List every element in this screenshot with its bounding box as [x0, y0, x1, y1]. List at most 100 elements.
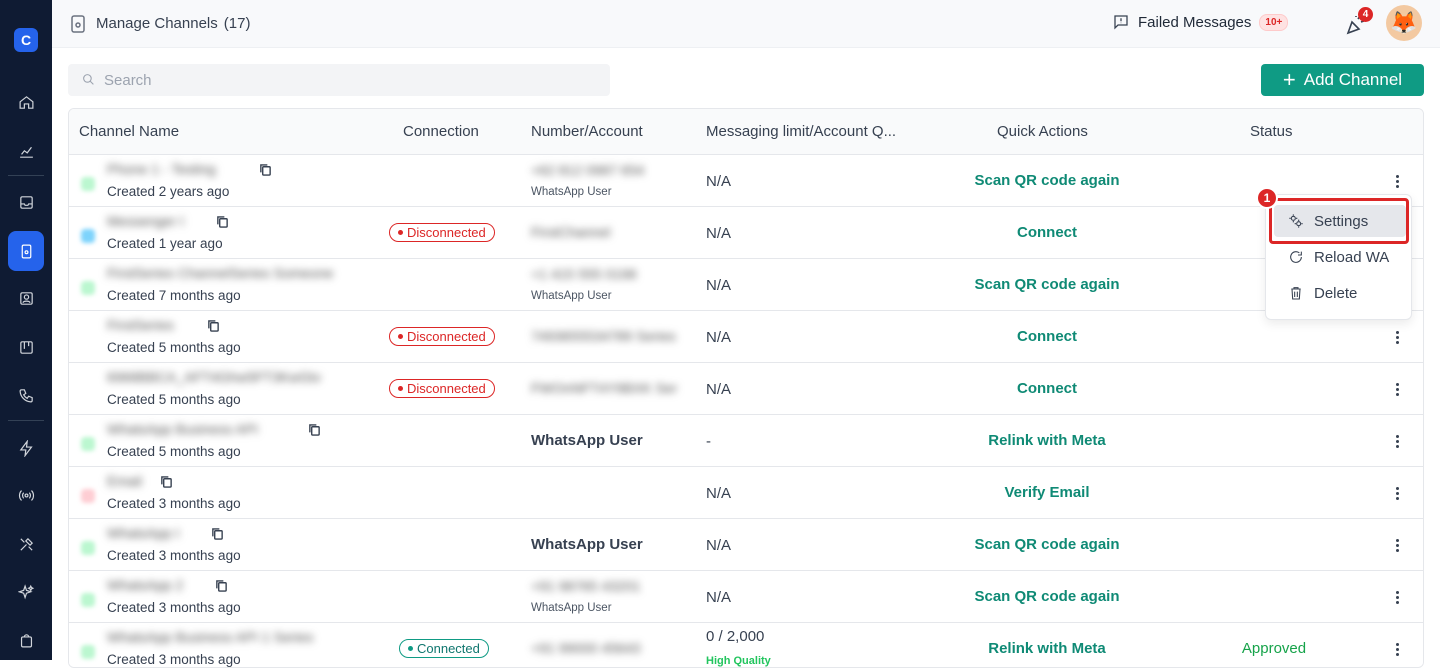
avatar[interactable]: 🦊	[1386, 5, 1422, 41]
col-messaging-limit[interactable]: Messaging limit/Account Q...	[706, 123, 896, 140]
copy-icon[interactable]	[308, 423, 321, 437]
created-date: Created 5 months ago	[107, 392, 241, 407]
channel-type-icon	[81, 541, 95, 555]
col-quick-actions[interactable]: Quick Actions	[997, 123, 1088, 140]
board-icon[interactable]	[12, 333, 40, 361]
channel-name: Email	[107, 473, 143, 489]
messaging-limit: N/A	[706, 329, 732, 346]
messaging-limit: N/A	[706, 225, 732, 242]
account-number: +62 812 0987 654	[531, 162, 645, 178]
table-row[interactable]: Email Created 3 months ago N/A Verify Email	[69, 467, 1423, 519]
created-date: Created 3 months ago	[107, 600, 241, 615]
contacts-icon[interactable]	[12, 284, 40, 312]
account-number: +1 415 555 0198	[531, 266, 637, 282]
row-actions-menu: Settings Reload WA Delete	[1265, 194, 1412, 320]
quick-action-link[interactable]: Connect	[947, 380, 1147, 397]
table-row[interactable]: WhatsApp I Created 3 months ago WhatsApp U…	[69, 519, 1423, 571]
table-row[interactable]: WhatsApp 2 Created 3 months ago +91 98765 …	[69, 571, 1423, 623]
settings-icon	[1289, 214, 1303, 228]
account-number: FirstChannel	[531, 224, 611, 240]
failed-messages-button[interactable]: Failed Messages 10+	[1112, 13, 1289, 31]
col-connection[interactable]: Connection	[403, 123, 479, 140]
quick-action-link[interactable]: Scan QR code again	[947, 536, 1147, 553]
analytics-icon[interactable]	[12, 137, 40, 165]
tools-icon[interactable]	[12, 530, 40, 558]
more-options-icon[interactable]	[1387, 379, 1407, 399]
table-row[interactable]: WhatsApp Business API 1 Series Created 3 …	[69, 623, 1423, 667]
menu-item-reload-wa[interactable]: Reload WA	[1274, 241, 1406, 273]
channel-type-icon	[81, 437, 95, 451]
broadcast-icon[interactable]	[12, 481, 40, 509]
table-header: Channel Name Connection Number/Account M…	[69, 109, 1423, 155]
add-channel-button[interactable]: + Add Channel	[1261, 64, 1424, 96]
account-name: WhatsApp User	[531, 432, 643, 449]
col-channel-name[interactable]: Channel Name	[79, 123, 179, 140]
channel-count: (17)	[223, 15, 251, 32]
notification-badge: 4	[1358, 7, 1373, 22]
message-alert-icon	[1114, 15, 1128, 30]
copy-icon[interactable]	[207, 319, 220, 333]
messaging-limit: -	[706, 433, 711, 450]
table-row[interactable]: FirstSeries Created 5 months ago Disconnec…	[69, 311, 1423, 363]
calls-icon[interactable]	[12, 381, 40, 409]
quick-action-link[interactable]: Connect	[947, 224, 1147, 241]
trash-icon	[1291, 287, 1301, 300]
col-number-account[interactable]: Number/Account	[531, 123, 643, 140]
channels-table: Channel Name Connection Number/Account M…	[68, 108, 1424, 668]
table-row[interactable]: FirstSeries ChannelSeries Someone Created…	[69, 259, 1423, 311]
created-date: Created 7 months ago	[107, 288, 241, 303]
app-logo[interactable]: C	[14, 28, 38, 52]
failed-messages-badge: 10+	[1259, 13, 1289, 31]
search-box	[68, 64, 610, 96]
copy-icon[interactable]	[216, 215, 229, 229]
messaging-limit: N/A	[706, 381, 732, 398]
menu-item-settings[interactable]: Settings	[1274, 205, 1406, 237]
messaging-limit: 0 / 2,000	[706, 628, 765, 645]
channel-device-icon	[71, 15, 85, 33]
copy-icon[interactable]	[215, 579, 228, 593]
quick-action-link[interactable]: Scan QR code again	[947, 276, 1147, 293]
quality-label: High Quality	[706, 655, 771, 667]
quick-action-link[interactable]: Relink with Meta	[947, 640, 1147, 657]
home-icon[interactable]	[12, 88, 40, 116]
channel-name: WhatsApp Business API	[107, 421, 258, 437]
copy-icon[interactable]	[259, 163, 272, 177]
quick-action-link[interactable]: Scan QR code again	[947, 172, 1147, 189]
search-input[interactable]	[104, 64, 594, 96]
channels-icon[interactable]	[8, 231, 44, 271]
quick-action-link[interactable]: Relink with Meta	[947, 432, 1147, 449]
table-row[interactable]: Phone 1 - Testing Created 2 years ago +62 …	[69, 155, 1423, 207]
created-date: Created 3 months ago	[107, 496, 241, 511]
created-date: Created 5 months ago	[107, 444, 241, 459]
copy-icon[interactable]	[160, 475, 173, 489]
channel-type-icon	[81, 645, 95, 659]
more-options-icon[interactable]	[1387, 535, 1407, 555]
quick-action-link[interactable]: Scan QR code again	[947, 588, 1147, 605]
quick-action-link[interactable]: Connect	[947, 328, 1147, 345]
more-options-icon[interactable]	[1387, 587, 1407, 607]
copy-icon[interactable]	[211, 527, 224, 541]
more-options-icon[interactable]	[1387, 431, 1407, 451]
inbox-icon[interactable]	[12, 188, 40, 216]
created-date: Created 5 months ago	[107, 340, 241, 355]
menu-item-delete[interactable]: Delete	[1274, 277, 1406, 309]
more-options-icon[interactable]	[1387, 171, 1407, 191]
more-options-icon[interactable]	[1387, 639, 1407, 659]
table-row[interactable]: Messenger I Created 1 year ago Disconnecte…	[69, 207, 1423, 259]
table-row[interactable]: 6968BBCA_AFT4Ghw5FT3KwGtv Created 5 month…	[69, 363, 1423, 415]
plus-icon: +	[1282, 67, 1296, 92]
quick-action-link[interactable]: Verify Email	[947, 484, 1147, 501]
messaging-limit: N/A	[706, 589, 732, 606]
col-status[interactable]: Status	[1250, 123, 1293, 140]
messaging-limit: N/A	[706, 173, 732, 190]
more-options-icon[interactable]	[1387, 483, 1407, 503]
reload-icon	[1290, 251, 1302, 263]
automation-icon[interactable]	[12, 434, 40, 462]
store-icon[interactable]	[12, 626, 40, 654]
ai-sparkle-icon[interactable]	[12, 578, 40, 606]
channel-type-icon	[81, 177, 95, 191]
channel-name: WhatsApp 2	[107, 577, 184, 593]
more-options-icon[interactable]	[1387, 327, 1407, 347]
account-name: WhatsApp User	[531, 536, 643, 553]
table-row[interactable]: WhatsApp Business API Created 5 months ag…	[69, 415, 1423, 467]
